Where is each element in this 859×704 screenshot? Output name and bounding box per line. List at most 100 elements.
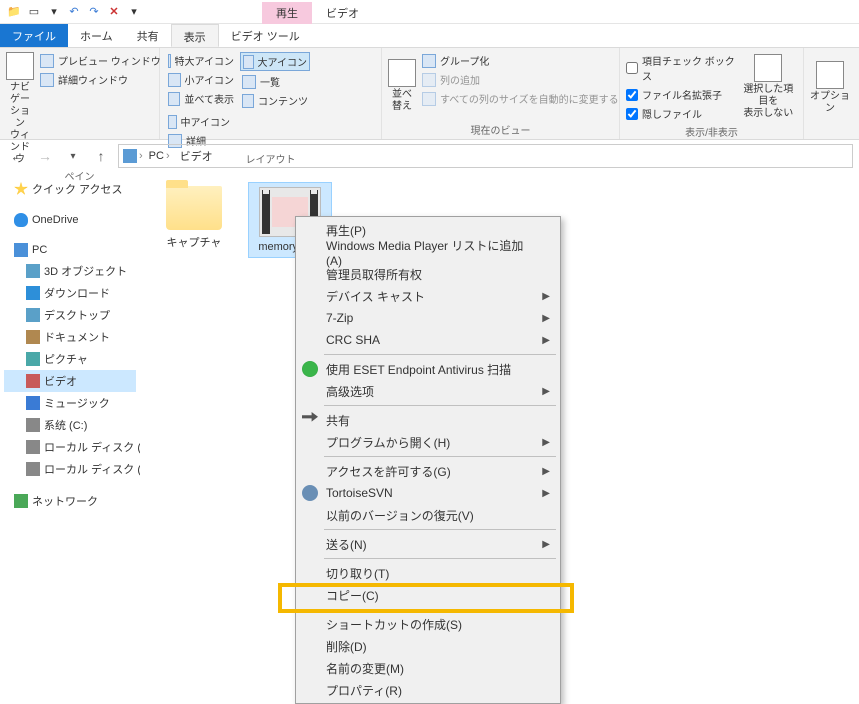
chevron-right-icon: ▶: [542, 466, 550, 477]
tree-onedrive[interactable]: OneDrive: [4, 210, 136, 230]
tree-network[interactable]: ネットワーク: [4, 490, 136, 512]
options-icon: [816, 61, 844, 89]
network-icon: [14, 494, 28, 508]
menu-cut[interactable]: 切り取り(T): [298, 562, 558, 584]
menu-advanced[interactable]: 高级选项▶: [298, 380, 558, 402]
menu-eset[interactable]: 使用 ESET Endpoint Antivirus 扫描: [298, 358, 558, 380]
menu-properties[interactable]: プロパティ(R): [298, 679, 558, 701]
document-icon[interactable]: ▭: [26, 4, 42, 20]
tab-home[interactable]: ホーム: [68, 24, 125, 47]
menu-7zip[interactable]: 7-Zip▶: [298, 307, 558, 329]
undo-button[interactable]: ↶: [66, 4, 82, 20]
tab-videotools[interactable]: ビデオ ツール: [219, 24, 312, 47]
bc-video[interactable]: ビデオ: [176, 146, 217, 166]
redo-button[interactable]: ↷: [86, 4, 102, 20]
m-icon: [168, 115, 177, 129]
ribbon-group-layout: 特大アイコン 小アイコン 並べて表示 大アイコン 一覧 コンテンツ 中アイコン …: [160, 48, 382, 139]
title-bar: 📁 ▭ ▾ ↶ ↷ ✕ ▾ 再生 ビデオ: [0, 0, 859, 24]
menu-wmp-add[interactable]: Windows Media Player リストに追加(A): [298, 241, 558, 263]
list-icon: [242, 75, 256, 89]
layout-content[interactable]: コンテンツ: [240, 92, 310, 109]
folder-icon: 📁: [6, 4, 22, 20]
tortoisesvn-icon: [302, 485, 318, 501]
obj3d-icon: [26, 264, 40, 278]
layout-list[interactable]: 一覧: [240, 73, 310, 90]
content-icon: [242, 94, 254, 108]
chk-itemcheckbox[interactable]: 項目チェック ボックス: [626, 52, 736, 84]
tree-e[interactable]: ローカル ディスク (E:): [4, 458, 136, 480]
layout-s[interactable]: 小アイコン: [166, 71, 236, 88]
menu-admin-take[interactable]: 管理员取得所有权: [298, 263, 558, 285]
qat-more-icon[interactable]: ▾: [126, 4, 142, 20]
tree-video[interactable]: ビデオ: [4, 370, 136, 392]
addcol-icon: [422, 73, 436, 87]
tree-pic[interactable]: ピクチャ: [4, 348, 136, 370]
tree-c[interactable]: 系统 (C:): [4, 414, 136, 436]
tree-desktop[interactable]: デスクトップ: [4, 304, 136, 326]
desktop-icon: [26, 308, 40, 322]
tree-doc[interactable]: ドキュメント: [4, 326, 136, 348]
preview-pane-button[interactable]: プレビュー ウィンドウ: [38, 52, 163, 69]
sort-button[interactable]: 並べ替え: [388, 52, 416, 120]
file-folder-capture[interactable]: キャプチャ: [152, 182, 236, 254]
chk-extensions[interactable]: ファイル名拡張子: [626, 86, 736, 103]
menu-cast[interactable]: デバイス キャスト▶: [298, 285, 558, 307]
address-bar: ← → ▾ ↑ › PC› ビデオ: [0, 140, 859, 172]
options-button[interactable]: オプション: [810, 52, 850, 124]
tab-file[interactable]: ファイル: [0, 24, 68, 47]
preview-pane-icon: [40, 54, 54, 68]
hide-selected-button[interactable]: 選択した項目を 表示しない: [740, 52, 797, 122]
details-pane-icon: [40, 73, 54, 87]
tree-d[interactable]: ローカル ディスク (D:): [4, 436, 136, 458]
tree-music[interactable]: ミュージック: [4, 392, 136, 414]
menu-share[interactable]: 共有: [298, 409, 558, 431]
xl-icon: [168, 54, 171, 68]
ribbon-group-pane: ナビゲーション ウィンドウ プレビュー ウィンドウ 詳細ウィンドウ ペイン: [0, 48, 160, 139]
menu-rename[interactable]: 名前の変更(M): [298, 657, 558, 679]
menu-delete[interactable]: 削除(D): [298, 635, 558, 657]
fitcol-icon: [422, 92, 436, 106]
nav-pane-icon: [6, 52, 34, 80]
menu-crcsha[interactable]: CRC SHA▶: [298, 329, 558, 351]
pin-icon[interactable]: ▾: [46, 4, 62, 20]
tile-icon: [168, 92, 180, 106]
menu-openwith[interactable]: プログラムから開く(H)▶: [298, 431, 558, 453]
hide-icon: [754, 54, 782, 82]
group-by-button[interactable]: グループ化: [420, 52, 621, 69]
layout-l[interactable]: 大アイコン: [240, 52, 310, 71]
star-icon: [14, 182, 28, 196]
menu-sendto[interactable]: 送る(N)▶: [298, 533, 558, 555]
ribbon: ナビゲーション ウィンドウ プレビュー ウィンドウ 詳細ウィンドウ ペイン 特大…: [0, 48, 859, 140]
tree-pc[interactable]: PC: [4, 240, 136, 260]
up-button[interactable]: ↑: [90, 145, 112, 167]
menu-copy[interactable]: コピー(C): [298, 584, 558, 606]
menu-svn[interactable]: TortoiseSVN▶: [298, 482, 558, 504]
drive-icon: [26, 462, 40, 476]
pc-small-icon: [14, 243, 28, 257]
menu-access[interactable]: アクセスを許可する(G)▶: [298, 460, 558, 482]
context-menu: 再生(P) Windows Media Player リストに追加(A) 管理员…: [295, 216, 561, 704]
video-icon: [26, 374, 40, 388]
bc-pc[interactable]: PC›: [145, 148, 174, 164]
tab-view[interactable]: 表示: [171, 24, 219, 47]
breadcrumb[interactable]: › PC› ビデオ: [118, 144, 853, 168]
chevron-right-icon: ▶: [542, 488, 550, 499]
layout-xl[interactable]: 特大アイコン: [166, 52, 236, 69]
drive-icon: [26, 418, 40, 432]
layout-m[interactable]: 中アイコン: [166, 113, 232, 130]
tab-share[interactable]: 共有: [125, 24, 171, 47]
tree-quick[interactable]: クイック アクセス: [4, 178, 136, 200]
chevron-right-icon: ▶: [542, 437, 550, 448]
tree-3d[interactable]: 3D オブジェクト: [4, 260, 136, 282]
delete-qat-button[interactable]: ✕: [106, 4, 122, 20]
tree-dl[interactable]: ダウンロード: [4, 282, 136, 304]
quick-access-toolbar: 📁 ▭ ▾ ↶ ↷ ✕ ▾: [0, 4, 142, 20]
back-button[interactable]: ←: [6, 145, 28, 167]
details-pane-button[interactable]: 詳細ウィンドウ: [38, 71, 163, 88]
context-tab-playback: 再生: [262, 2, 312, 24]
chk-hidden[interactable]: 隠しファイル: [626, 105, 736, 122]
menu-shortcut[interactable]: ショートカットの作成(S): [298, 613, 558, 635]
menu-restore[interactable]: 以前のバージョンの復元(V): [298, 504, 558, 526]
history-button[interactable]: ▾: [62, 145, 84, 167]
layout-tile[interactable]: 並べて表示: [166, 90, 236, 107]
